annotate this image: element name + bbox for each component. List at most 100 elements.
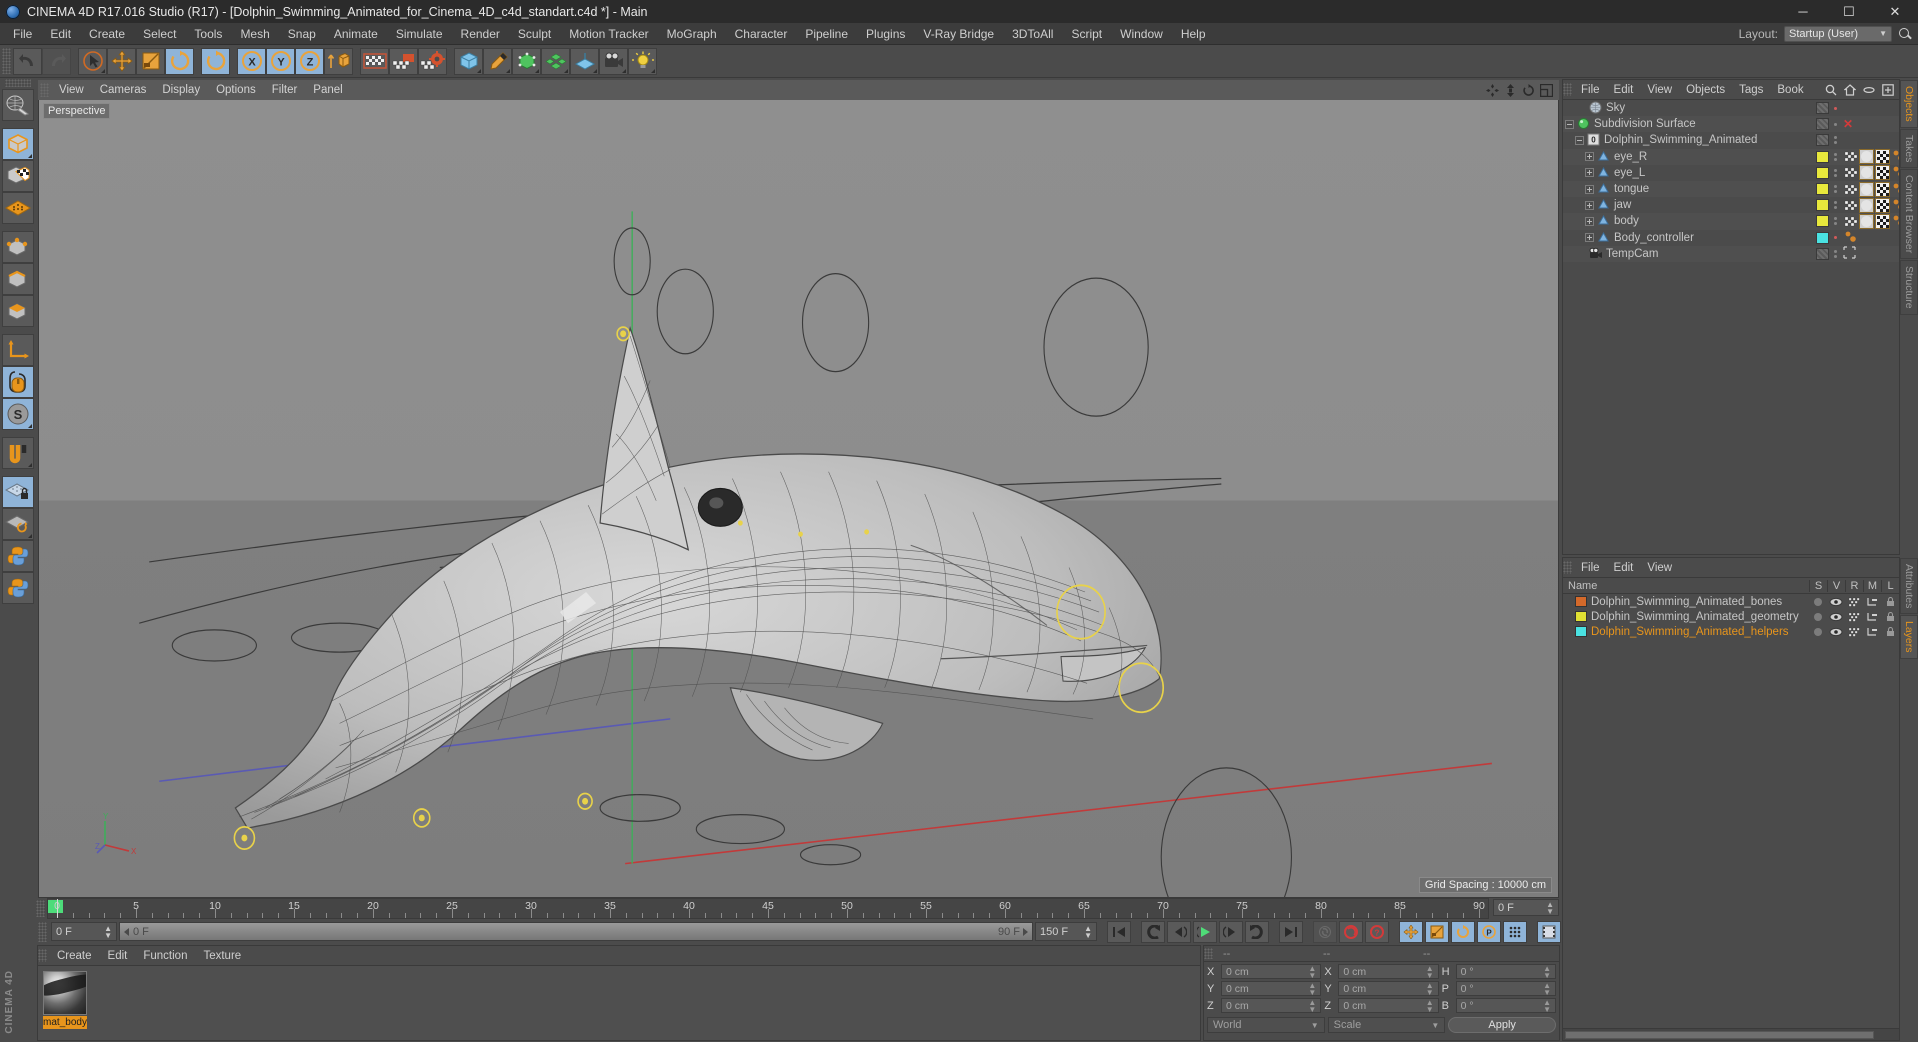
layer-solo-dot[interactable] [1809, 627, 1827, 637]
planar-workplane-button[interactable] [2, 508, 34, 540]
previous-frame-button[interactable] [1167, 920, 1191, 943]
menu-select[interactable]: Select [134, 25, 185, 43]
redo-button[interactable] [42, 47, 71, 75]
menu-snap[interactable]: Snap [279, 25, 325, 43]
undo-button[interactable] [13, 47, 42, 75]
ellipse-icon[interactable] [1863, 84, 1875, 96]
visibility-dots[interactable] [1829, 106, 1841, 110]
menu-mograph[interactable]: MoGraph [658, 25, 726, 43]
layer-manager-icon[interactable] [1863, 597, 1881, 607]
scrubber-handle-icon[interactable] [124, 927, 129, 936]
om-menu-file[interactable]: File [1574, 83, 1607, 97]
tab-takes[interactable]: Takes [1900, 128, 1918, 169]
visibility-chip[interactable] [1816, 102, 1829, 115]
rotate-tool-button[interactable] [165, 47, 194, 75]
layer-manager-icon[interactable] [1863, 627, 1881, 637]
tab-attributes[interactable]: Attributes [1900, 558, 1918, 615]
viewport-grip[interactable] [40, 83, 49, 97]
layer-color-chip[interactable] [1816, 215, 1829, 228]
rotate-tool-active-button[interactable] [201, 47, 230, 75]
scale-tool-button[interactable] [136, 47, 165, 75]
visibility-chip[interactable] [1816, 247, 1829, 260]
layer-render-icon[interactable] [1845, 597, 1863, 607]
stepper-icon[interactable]: ▲ ▼ [1543, 998, 1551, 1013]
visibility-dots[interactable] [1829, 152, 1841, 161]
timeline-playhead[interactable] [57, 899, 58, 918]
add-generator-button[interactable] [512, 47, 541, 75]
checker-flag-icon[interactable] [1843, 149, 1858, 164]
visibility-dots[interactable] [1829, 168, 1841, 177]
material-menu-edit[interactable]: Edit [100, 949, 136, 963]
object-manager-grip[interactable] [1563, 83, 1572, 96]
search-icon[interactable] [1825, 84, 1837, 96]
position-y-field[interactable]: 0 cm ▲ ▼ [1221, 981, 1322, 996]
scrubber-end-handle-icon[interactable] [1023, 927, 1028, 936]
end-frame-field[interactable]: 150 F ▲ ▼ [1035, 922, 1097, 941]
render-view-button[interactable] [360, 47, 389, 75]
key-scale-button[interactable] [1425, 920, 1449, 943]
layer-lock-icon[interactable] [1881, 611, 1899, 622]
timeline-grip[interactable] [36, 900, 45, 917]
layer-manager-icon[interactable] [1863, 612, 1881, 622]
layer-menu-view[interactable]: View [1640, 561, 1679, 575]
texture-mode-button[interactable] [2, 160, 34, 192]
visibility-dots[interactable] [1829, 249, 1841, 258]
rotation-h-field[interactable]: 0 ° ▲ ▼ [1455, 964, 1556, 979]
visibility-dots[interactable] [1829, 236, 1841, 240]
layer-view-eye-icon[interactable] [1827, 612, 1845, 622]
object-row-body[interactable]: body [1563, 213, 1899, 230]
material-menu-texture[interactable]: Texture [195, 949, 249, 963]
material-menu-function[interactable]: Function [135, 949, 195, 963]
object-row-tempcam[interactable]: TempCam [1563, 245, 1899, 262]
om-menu-bookmarks[interactable]: Book [1770, 83, 1810, 97]
object-row-subdivision-surface[interactable]: Subdivision Surface ✕ [1563, 116, 1899, 133]
add-cube-button[interactable] [454, 47, 483, 75]
key-parameter-button[interactable]: P [1477, 920, 1501, 943]
tab-objects[interactable]: Objects [1900, 80, 1918, 128]
viewport-menu-panel[interactable]: Panel [305, 83, 350, 97]
add-layer-icon[interactable] [1882, 83, 1894, 96]
go-to-end-button[interactable] [1279, 920, 1303, 943]
uv-checker-icon[interactable] [1875, 197, 1890, 213]
menu-help[interactable]: Help [1172, 25, 1215, 43]
coordinates-grip[interactable] [1204, 948, 1213, 959]
dots-tag-icon[interactable] [1891, 182, 1899, 197]
add-scene-object-button[interactable] [570, 47, 599, 75]
tab-structure[interactable]: Structure [1900, 260, 1918, 315]
menu-motion-tracker[interactable]: Motion Tracker [560, 25, 657, 43]
visibility-dots[interactable] [1829, 136, 1841, 145]
size-y-field[interactable]: 0 cm ▲ ▼ [1338, 981, 1439, 996]
target-tag-icon[interactable] [1843, 246, 1858, 261]
position-x-field[interactable]: 0 cm ▲ ▼ [1221, 964, 1322, 979]
viewport-menu-filter[interactable]: Filter [264, 83, 306, 97]
expand-expander[interactable] [1585, 152, 1594, 162]
layer-color-chip[interactable] [1816, 166, 1829, 179]
key-point-level-animation-button[interactable] [1503, 920, 1527, 943]
pan-icon[interactable] [1486, 83, 1499, 97]
object-row-body-controller[interactable]: Body_controller [1563, 230, 1899, 246]
layer-color-chip[interactable] [1575, 626, 1587, 637]
layer-menu-edit[interactable]: Edit [1607, 561, 1641, 575]
apply-button[interactable]: Apply [1448, 1017, 1557, 1033]
coordinate-system-dropdown[interactable]: World ▼ [1207, 1017, 1325, 1033]
stepper-icon[interactable]: ▲ ▼ [1426, 998, 1434, 1013]
checker-flag-icon[interactable] [1843, 165, 1858, 180]
play-forwards-button[interactable] [1245, 920, 1269, 943]
size-x-field[interactable]: 0 cm ▲ ▼ [1338, 964, 1439, 979]
object-row-jaw[interactable]: jaw [1563, 197, 1899, 213]
dots-tag-icon[interactable] [1891, 198, 1899, 213]
viewport-menu-view[interactable]: View [51, 83, 92, 97]
material-item[interactable]: mat_body [43, 971, 87, 1035]
checker-flag-icon[interactable] [1843, 214, 1858, 229]
object-row-eye-l[interactable]: eye_L [1563, 165, 1899, 181]
layer-row-helpers[interactable]: Dolphin_Swimming_Animated_helpers [1563, 624, 1899, 639]
menu-animate[interactable]: Animate [325, 25, 387, 43]
go-to-start-button[interactable] [1107, 920, 1131, 943]
checker-flag-icon[interactable] [1843, 182, 1858, 197]
material-sphere-icon[interactable] [1859, 165, 1874, 181]
viewport-3d-canvas[interactable]: Perspective Grid Spacing : 10000 cm Y X … [38, 100, 1559, 898]
object-row-tongue[interactable]: tongue [1563, 180, 1899, 198]
next-frame-button[interactable] [1219, 920, 1243, 943]
material-manager-grip[interactable] [38, 949, 47, 962]
model-mode-button[interactable] [2, 128, 34, 160]
